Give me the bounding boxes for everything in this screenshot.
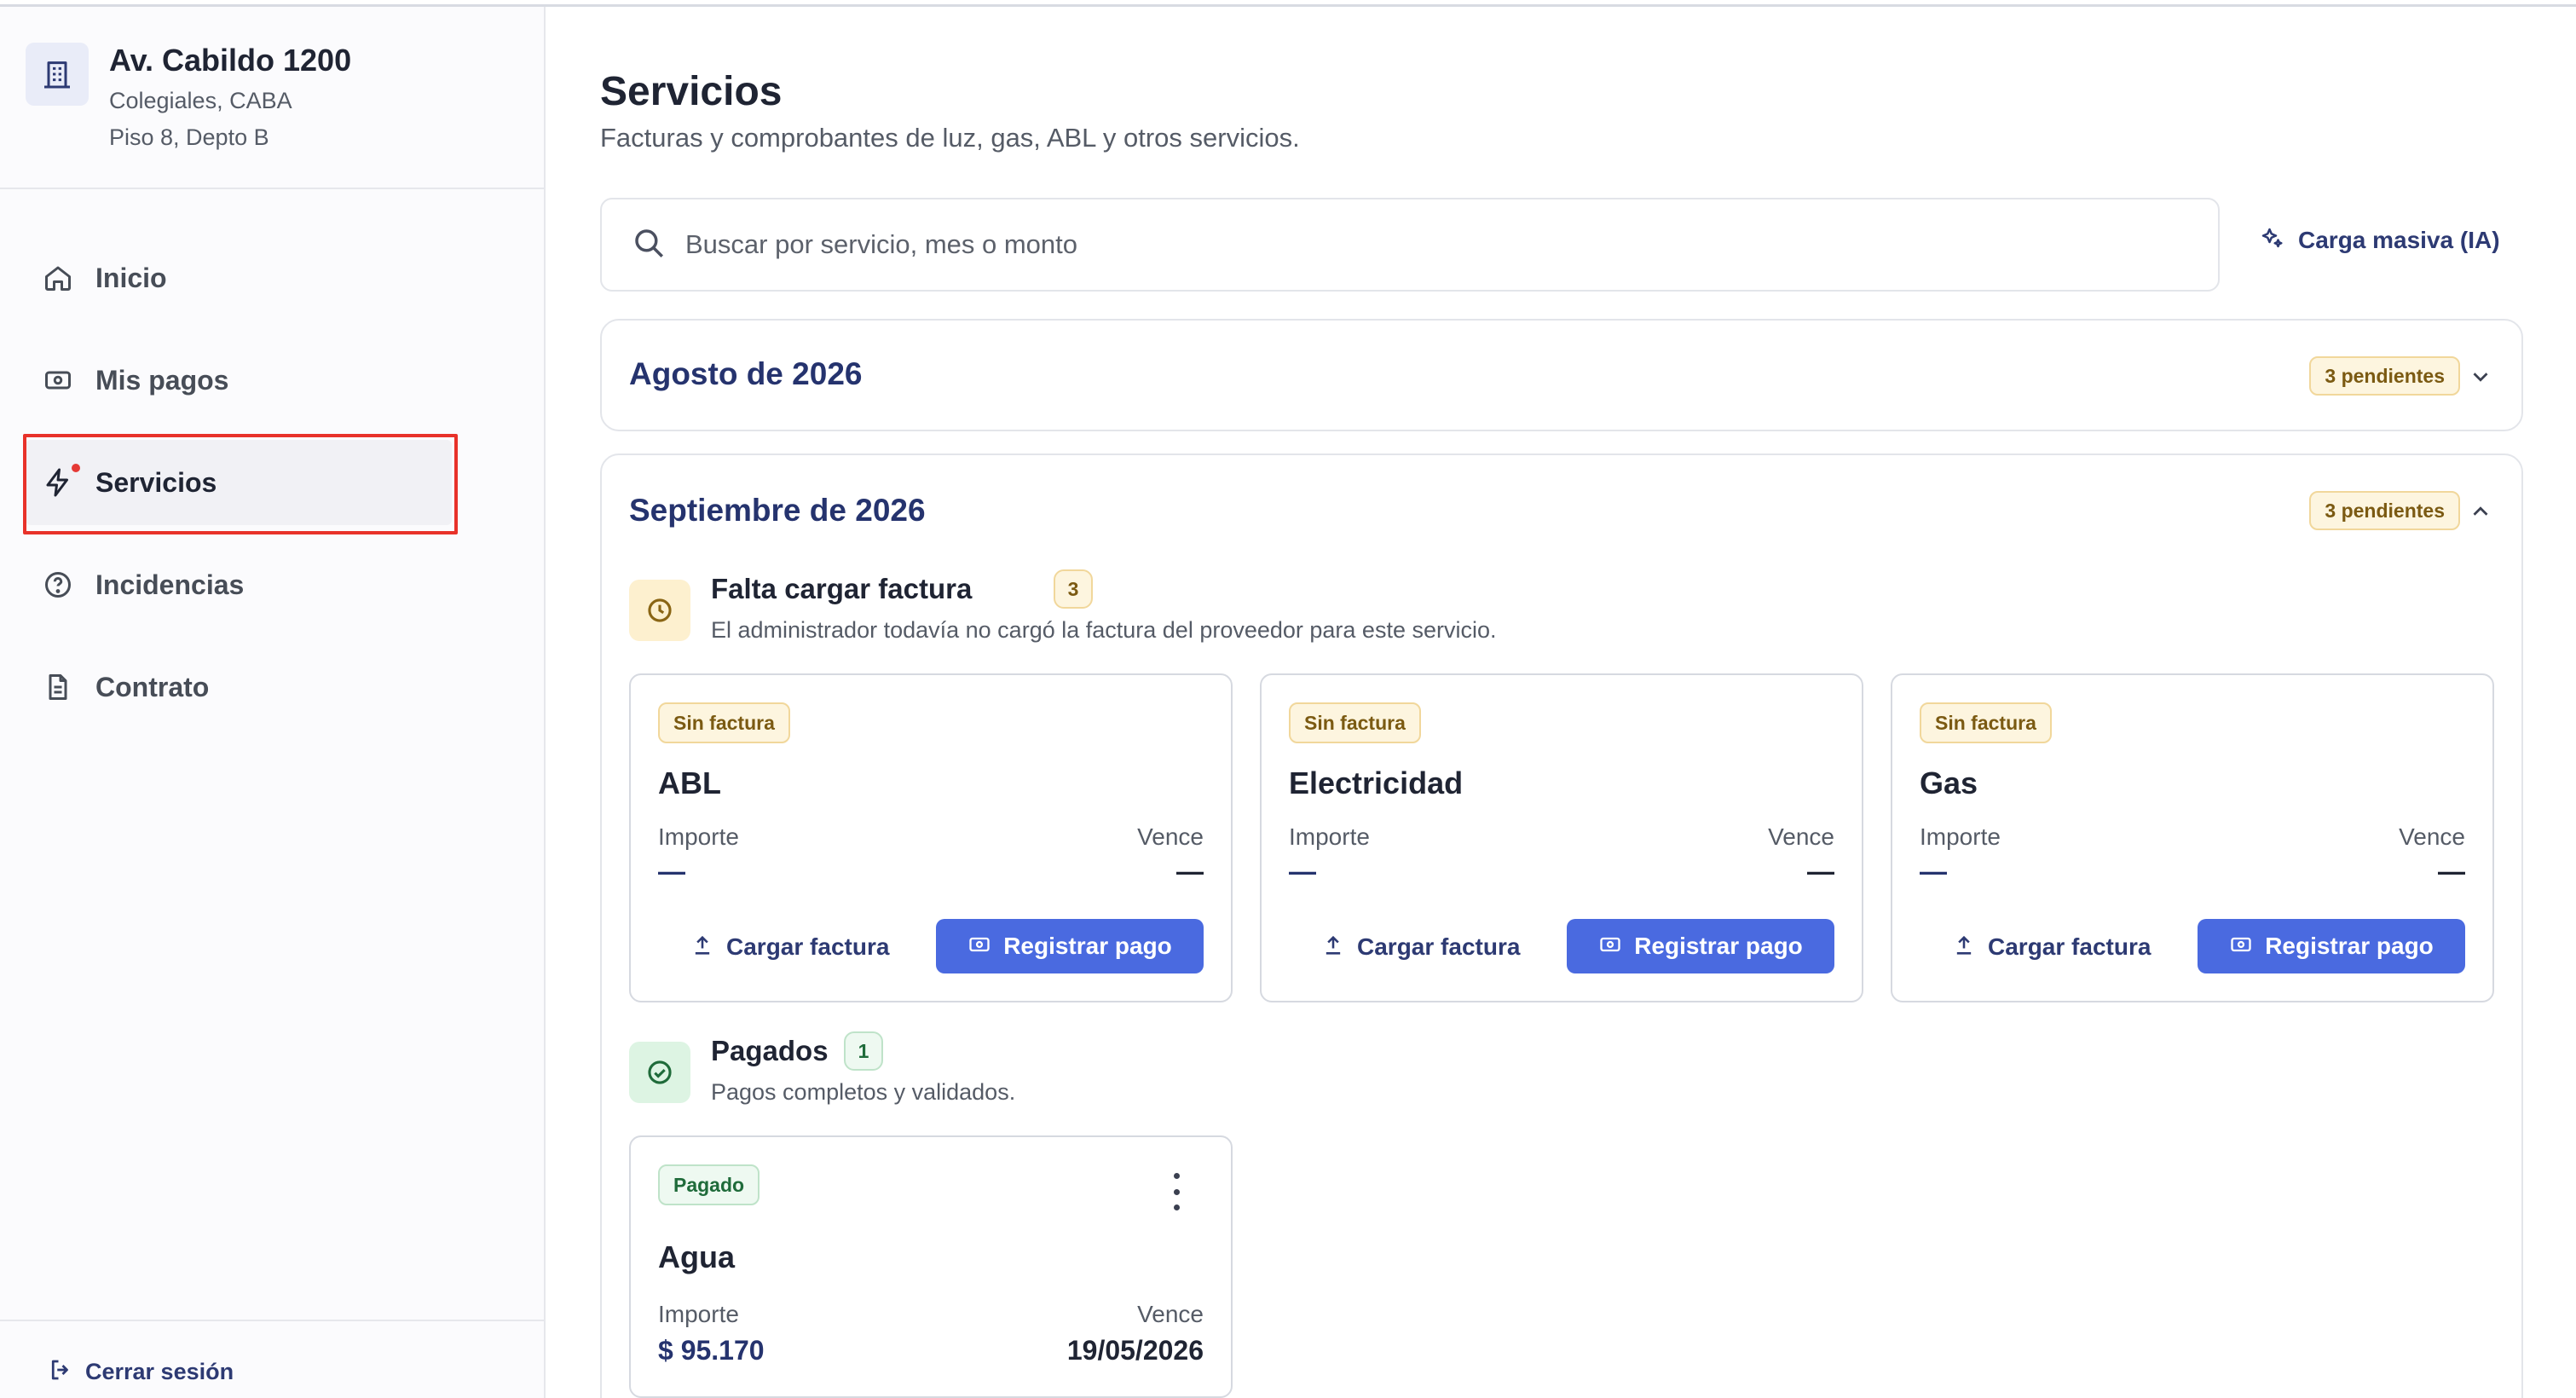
due-value: — [1807, 856, 1834, 887]
chevron-down-icon[interactable] [2465, 361, 2496, 392]
upload-invoice-button[interactable]: Cargar factura [690, 921, 889, 973]
upload-invoice-button[interactable]: Cargar factura [1952, 921, 2151, 973]
month-section-september: Septiembre de 2026 3 pendientes Falta ca… [600, 453, 2523, 1398]
sparkle-icon [2259, 225, 2284, 255]
logout-label: Cerrar sesión [85, 1359, 234, 1384]
pay-label: Registrar pago [1003, 933, 1172, 959]
group-paid: Pagados 1 Pagos completos y validados. [629, 1031, 1652, 1105]
home-icon [41, 261, 75, 295]
help-circle-icon [41, 568, 75, 602]
sidebar-item-label: Contrato [95, 671, 210, 702]
due-value: 19/05/2026 [1066, 1335, 1204, 1366]
document-icon [41, 670, 75, 704]
more-options-icon[interactable] [1168, 1173, 1185, 1210]
amount-value: — [1289, 856, 1316, 887]
group-description: El administrador todavía no cargó la fac… [711, 617, 1497, 643]
property-location: Colegiales, CABA [109, 88, 292, 113]
upload-label: Cargar factura [726, 933, 890, 960]
money-icon [2229, 933, 2253, 961]
due-label: Vence [1137, 1301, 1204, 1327]
property-unit: Piso 8, Depto B [109, 124, 269, 150]
group-description: Pagos completos y validados. [711, 1079, 1016, 1105]
service-name: Agua [658, 1239, 735, 1274]
status-badge: Sin factura [1289, 702, 1421, 743]
property-title: Av. Cabildo 1200 [109, 43, 352, 78]
property-header: Av. Cabildo 1200 Colegiales, CABA Piso 8… [0, 7, 544, 189]
amount-label: Importe [658, 1301, 739, 1327]
bulk-upload-label: Carga masiva (IA) [2298, 226, 2500, 253]
top-divider [0, 0, 2576, 7]
page-title: Servicios [600, 69, 783, 114]
sidebar-item-label: Incidencias [95, 569, 245, 600]
upload-icon [690, 933, 714, 962]
group-title: Pagados [711, 1035, 829, 1066]
month-title: Septiembre de 2026 [629, 493, 926, 528]
amount-label: Importe [1920, 823, 2001, 850]
sidebar-item-label: Inicio [95, 262, 167, 293]
service-card-agua: Pagado Agua Importe Vence $ 95.170 19/05… [629, 1135, 1233, 1398]
register-payment-button[interactable]: Registrar pago [2198, 919, 2465, 973]
status-badge: Pagado [658, 1164, 760, 1205]
due-label: Vence [1768, 823, 1834, 850]
service-card-gas: Sin factura Gas Importe Vence — — Cargar… [1891, 673, 2494, 1002]
selection-highlight [23, 434, 458, 534]
search-icon [631, 225, 667, 265]
service-card-abl: Sin factura ABL Importe Vence — — Cargar… [629, 673, 1233, 1002]
upload-icon [1952, 933, 1976, 962]
service-name: Electricidad [1289, 765, 1464, 800]
sidebar-item-label: Mis pagos [95, 364, 229, 396]
pending-badge: 3 pendientes [2309, 491, 2460, 530]
sidebar-item-contrato[interactable]: Contrato [26, 644, 452, 730]
search-placeholder: Buscar por servicio, mes o monto [685, 229, 1078, 259]
due-label: Vence [1137, 823, 1204, 850]
logout-icon [48, 1357, 73, 1387]
group-pending-invoice: Falta cargar factura 3 El administrador … [629, 569, 1652, 643]
amount-value: $ 95.170 [658, 1335, 765, 1366]
group-count: 3 [1054, 569, 1093, 609]
amount-label: Importe [1289, 823, 1370, 850]
sidebar: Av. Cabildo 1200 Colegiales, CABA Piso 8… [0, 7, 546, 1398]
service-card-electricidad: Sin factura Electricidad Importe Vence —… [1260, 673, 1863, 1002]
due-value: — [1176, 856, 1204, 887]
page-subtitle: Facturas y comprobantes de luz, gas, ABL… [600, 123, 1300, 153]
money-icon [967, 933, 991, 961]
upload-invoice-button[interactable]: Cargar factura [1321, 921, 1520, 973]
money-icon [1598, 933, 1622, 961]
clock-icon [629, 580, 690, 641]
sidebar-item-mis-pagos[interactable]: Mis pagos [26, 338, 452, 423]
money-icon [41, 363, 75, 397]
amount-value: — [658, 856, 685, 887]
main-content: Servicios Facturas y comprobantes de luz… [546, 7, 2576, 1398]
service-name: Gas [1920, 765, 1978, 800]
status-badge: Sin factura [658, 702, 790, 743]
sidebar-footer: Cerrar sesión [0, 1320, 544, 1398]
amount-value: — [1920, 856, 1947, 887]
sidebar-item-incidencias[interactable]: Incidencias [26, 542, 452, 627]
logout-button[interactable]: Cerrar sesión [48, 1357, 234, 1387]
month-title: Agosto de 2026 [629, 356, 863, 391]
due-value: — [2438, 856, 2465, 887]
upload-label: Cargar factura [1988, 933, 2151, 960]
register-payment-button[interactable]: Registrar pago [936, 919, 1204, 973]
upload-label: Cargar factura [1357, 933, 1521, 960]
pay-label: Registrar pago [1634, 933, 1803, 959]
group-count: 1 [844, 1031, 883, 1071]
month-section-august[interactable]: Agosto de 2026 3 pendientes [600, 319, 2523, 431]
building-icon [26, 43, 89, 106]
due-label: Vence [2399, 823, 2465, 850]
upload-icon [1321, 933, 1345, 962]
chevron-up-icon[interactable] [2465, 496, 2496, 527]
check-circle-icon [629, 1042, 690, 1103]
sidebar-item-inicio[interactable]: Inicio [26, 235, 452, 321]
amount-label: Importe [658, 823, 739, 850]
pending-badge: 3 pendientes [2309, 356, 2460, 396]
pay-label: Registrar pago [2265, 933, 2434, 959]
group-title: Falta cargar factura [711, 573, 973, 604]
bulk-upload-button[interactable]: Carga masiva (IA) [2259, 225, 2500, 255]
register-payment-button[interactable]: Registrar pago [1567, 919, 1834, 973]
status-badge: Sin factura [1920, 702, 2052, 743]
service-name: ABL [658, 765, 721, 800]
search-input[interactable]: Buscar por servicio, mes o monto [600, 198, 2220, 292]
